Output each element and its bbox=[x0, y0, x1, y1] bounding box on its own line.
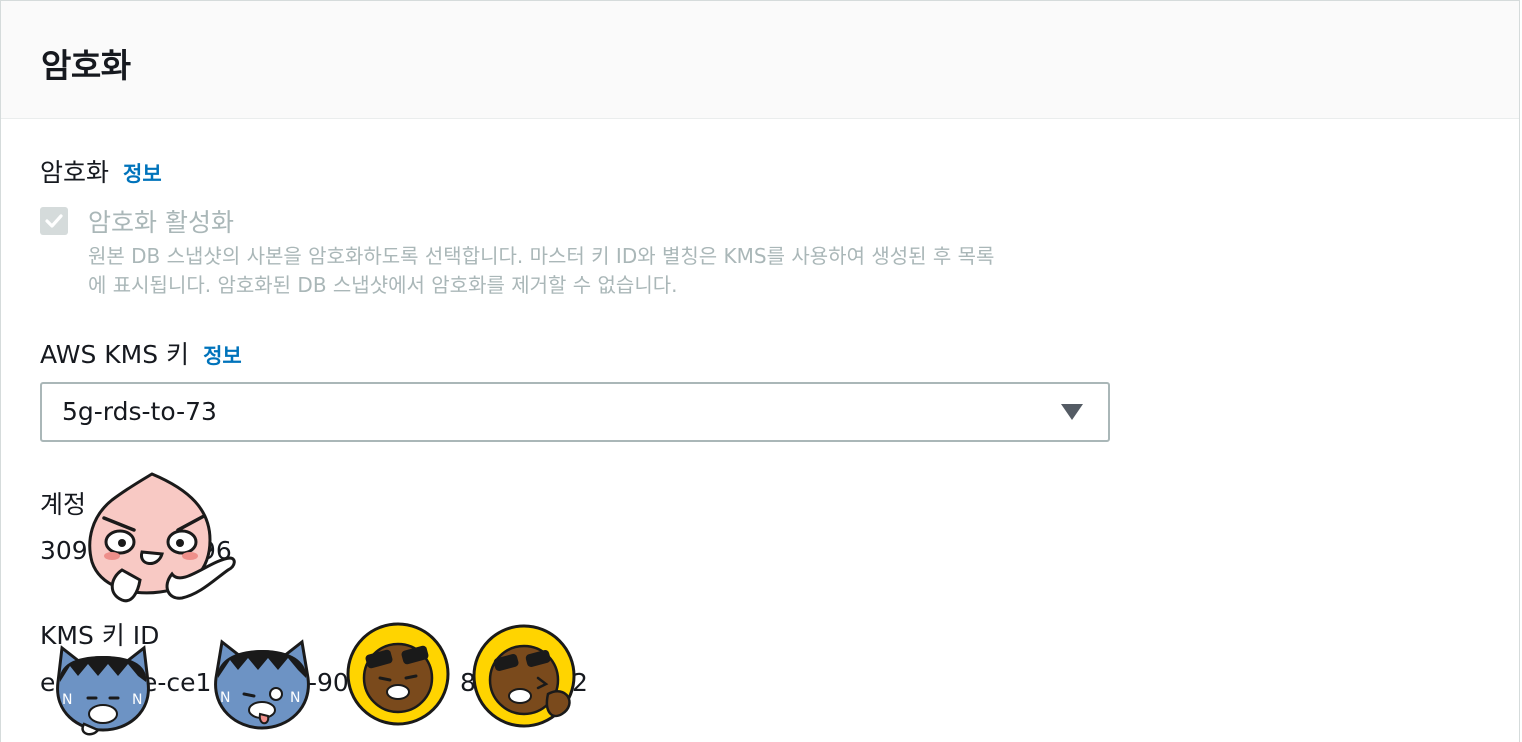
encryption-description-line2: 에 표시됩니다. 암호화된 DB 스냅샷에서 암호화를 제거할 수 없습니다. bbox=[88, 273, 678, 297]
encryption-description: 원본 DB 스냅샷의 사본을 암호화하도록 선택합니다. 마스터 키 ID와 별… bbox=[88, 242, 1128, 300]
enable-encryption-checkbox[interactable] bbox=[40, 207, 68, 235]
caret-down-icon bbox=[1061, 404, 1083, 420]
panel-title: 암호화 bbox=[41, 46, 131, 85]
svg-text:N: N bbox=[132, 692, 142, 708]
lion-sticker-2 bbox=[472, 624, 576, 728]
encryption-panel: 암호화 bbox=[0, 0, 1520, 742]
kms-key-selected-value: 5g-rds-to-73 bbox=[62, 397, 217, 426]
account-label: 계정 bbox=[40, 490, 87, 519]
encryption-label-row: 암호화 정보 bbox=[40, 153, 162, 189]
panel-header: 암호화 bbox=[1, 1, 1519, 119]
blue-cat-sticker-1: N N bbox=[56, 645, 150, 736]
peach-sticker bbox=[88, 472, 236, 603]
checkmark-icon bbox=[45, 214, 63, 228]
svg-text:N: N bbox=[62, 692, 72, 708]
account-value: 309 96 bbox=[40, 536, 232, 565]
svg-text:N: N bbox=[290, 690, 300, 706]
kms-key-label-row: AWS KMS 키 정보 bbox=[40, 335, 242, 371]
svg-text:N: N bbox=[220, 690, 230, 706]
enable-encryption-label: 암호화 활성화 bbox=[88, 208, 234, 237]
lion-sticker-1 bbox=[346, 622, 450, 726]
encryption-description-line1: 원본 DB 스냅샷의 사본을 암호화하도록 선택합니다. 마스터 키 ID와 별… bbox=[88, 244, 995, 268]
encryption-info-link[interactable]: 정보 bbox=[123, 162, 162, 186]
blue-cat-sticker-2: N N bbox=[214, 639, 310, 730]
encryption-label: 암호화 bbox=[40, 158, 110, 187]
kms-key-select[interactable]: 5g-rds-to-73 bbox=[40, 382, 1110, 442]
kms-key-label: AWS KMS 키 bbox=[40, 340, 190, 369]
account-value-visible: 309 bbox=[40, 536, 88, 565]
kms-key-info-link[interactable]: 정보 bbox=[203, 344, 242, 368]
